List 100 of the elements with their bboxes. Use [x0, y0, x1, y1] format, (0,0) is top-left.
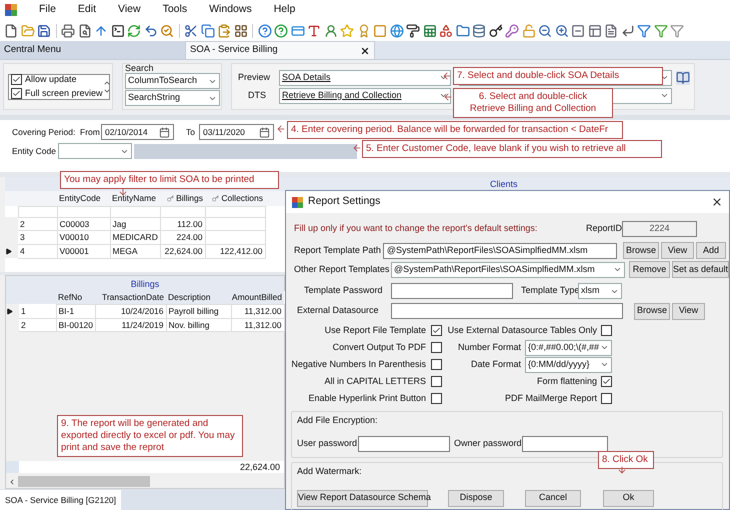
- dialog-button[interactable]: Ok: [603, 490, 654, 506]
- filter-cell[interactable]: [205, 206, 265, 217]
- card-icon[interactable]: [290, 24, 304, 38]
- close-icon[interactable]: [711, 196, 723, 208]
- templates-dropdown[interactable]: @SystemPath\ReportFiles\SOASimplfiedMM.xlsm: [391, 262, 625, 278]
- template-type-dropdown[interactable]: xlsm: [578, 283, 622, 299]
- globe-icon[interactable]: [390, 24, 404, 38]
- date-field[interactable]: 03/11/2020: [199, 124, 274, 140]
- terminal-icon[interactable]: [110, 24, 124, 38]
- dialog-button[interactable]: Browse: [623, 242, 659, 259]
- database-icon[interactable]: [472, 24, 486, 38]
- scroll-left-icon[interactable]: [8, 478, 16, 486]
- menu-item[interactable]: Windows: [209, 2, 252, 18]
- shapes-icon[interactable]: [439, 24, 453, 38]
- paste-icon[interactable]: [217, 24, 231, 38]
- column-header[interactable]: Description: [166, 291, 231, 304]
- datasource-field[interactable]: [391, 303, 623, 319]
- paint-roller-icon[interactable]: [406, 24, 420, 38]
- zoom-in-icon[interactable]: [554, 24, 568, 38]
- column-header[interactable]: RefNo: [56, 291, 95, 304]
- cut-icon[interactable]: [184, 24, 198, 38]
- grid-icon[interactable]: [234, 24, 248, 38]
- column-header[interactable]: TransactionDate: [95, 291, 166, 304]
- menu-item[interactable]: View: [118, 2, 141, 18]
- square-icon[interactable]: [373, 24, 387, 38]
- app-icon: [5, 4, 17, 16]
- column-header[interactable]: EntityName: [110, 191, 160, 206]
- date-field[interactable]: 02/10/2014: [101, 124, 174, 140]
- help-icon[interactable]: [274, 24, 288, 38]
- column-header[interactable]: Billings: [160, 191, 205, 206]
- new-file-icon[interactable]: [4, 24, 18, 38]
- checkbox[interactable]: [431, 376, 442, 387]
- folder-icon[interactable]: [456, 24, 470, 38]
- menu-item[interactable]: Tools: [162, 2, 188, 18]
- column-header[interactable]: EntityCode: [57, 191, 110, 206]
- filter-cell[interactable]: [160, 206, 205, 217]
- minus-box-icon[interactable]: [571, 24, 585, 38]
- template-path-field[interactable]: @SystemPath\ReportFiles\SOASimplfiedMM.xlsm: [382, 242, 617, 258]
- panel-icon[interactable]: [588, 24, 602, 38]
- enter-icon[interactable]: [620, 24, 634, 38]
- checkbox[interactable]: [11, 88, 22, 100]
- document-icon[interactable]: [604, 24, 618, 38]
- dts-dropdown[interactable]: Retrieve Billing and Collection: [279, 88, 451, 104]
- filter-icon[interactable]: [670, 24, 684, 38]
- dialog-button[interactable]: View: [672, 302, 705, 320]
- tab[interactable]: SOA - Service Billing: [185, 41, 375, 59]
- help-icon[interactable]: [258, 24, 272, 38]
- dialog-button[interactable]: Add: [696, 242, 726, 259]
- owner-password-field[interactable]: [522, 436, 608, 452]
- spreadsheet-icon[interactable]: [422, 24, 436, 38]
- checkbox[interactable]: [431, 342, 442, 353]
- report-id-field[interactable]: 2224: [622, 221, 697, 237]
- dialog-button[interactable]: Remove: [629, 261, 670, 278]
- checkbox[interactable]: [601, 393, 612, 404]
- filter-cell[interactable]: [110, 206, 160, 217]
- dialog-button[interactable]: View: [661, 242, 694, 259]
- up-arrow-icon[interactable]: [94, 24, 108, 38]
- search-dropdown[interactable]: SearchString: [125, 90, 220, 106]
- column-dropdown[interactable]: ColumnToSearch: [125, 73, 220, 89]
- close-icon[interactable]: [360, 46, 370, 56]
- undo-icon[interactable]: [144, 24, 158, 38]
- checkbox[interactable]: [431, 325, 442, 336]
- key-icon[interactable]: [488, 24, 502, 38]
- tab[interactable]: Central Menu: [0, 41, 185, 59]
- preview-icon[interactable]: [78, 24, 92, 38]
- checkbox[interactable]: [431, 393, 442, 404]
- menu-item[interactable]: Help: [274, 2, 296, 18]
- type-icon[interactable]: [307, 24, 321, 38]
- calendar-icon[interactable]: [259, 126, 270, 138]
- checkbox[interactable]: [601, 325, 612, 336]
- magnifier-icon[interactable]: [160, 24, 174, 38]
- user-password-field[interactable]: [358, 436, 450, 452]
- column-header[interactable]: AmountBilled: [231, 291, 284, 304]
- dialog-button[interactable]: Cancel: [525, 490, 581, 506]
- checkbox[interactable]: [431, 359, 442, 370]
- dialog-button[interactable]: Browse: [634, 302, 670, 320]
- filter-icon[interactable]: [637, 24, 651, 38]
- user-icon[interactable]: [324, 24, 338, 38]
- format-dropdown[interactable]: {0:#,##0.00;\(#,##: [525, 340, 612, 356]
- checkbox[interactable]: [11, 74, 22, 85]
- row-header[interactable]: [6, 304, 19, 318]
- filter-cell[interactable]: [57, 206, 110, 217]
- column-header[interactable]: Collections: [205, 191, 265, 206]
- star-icon[interactable]: [340, 24, 354, 38]
- printer-icon[interactable]: [61, 24, 75, 38]
- book-icon[interactable]: [676, 70, 690, 84]
- menu-item[interactable]: File: [39, 2, 56, 18]
- save-icon[interactable]: [37, 24, 51, 38]
- copy-icon[interactable]: [200, 24, 214, 38]
- calendar-icon[interactable]: [159, 126, 170, 138]
- menu-item[interactable]: Edit: [78, 2, 96, 18]
- dialog-button[interactable]: Dispose: [448, 490, 504, 506]
- password-field[interactable]: [391, 283, 513, 299]
- checkbox[interactable]: [601, 376, 612, 387]
- zoom-out-icon[interactable]: [538, 24, 552, 38]
- filter-icon[interactable]: [654, 24, 668, 38]
- window-tab[interactable]: SOA - Service Billing [G2120]: [0, 490, 122, 510]
- preview-dropdown[interactable]: SOA Details: [279, 70, 451, 86]
- dialog-button[interactable]: Set as default: [672, 261, 729, 278]
- format-dropdown[interactable]: {0:MM/dd/yyyy}: [525, 356, 612, 372]
